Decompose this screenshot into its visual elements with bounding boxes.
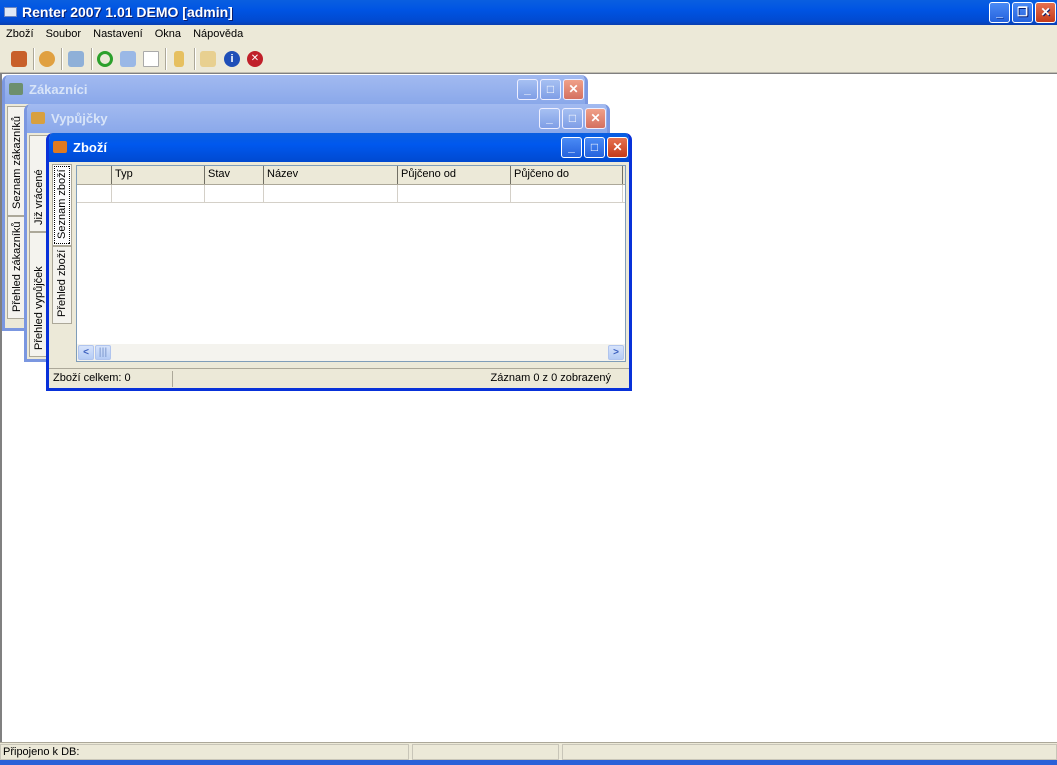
column-header-pujceno-do[interactable]: Půjčeno do <box>511 166 623 184</box>
taskbar <box>0 760 1057 765</box>
close-button[interactable]: ✕ <box>563 79 584 100</box>
menu-bar: Zboží Soubor Nastavení Okna Nápověda <box>0 25 1057 44</box>
new-item-icon[interactable] <box>11 51 27 67</box>
tab-prehled-zbozi[interactable]: Přehled zboží <box>52 246 72 324</box>
column-header-indicator[interactable] <box>77 166 112 184</box>
window-title-bar[interactable]: Vypůjčky _ □ ✕ <box>27 104 607 133</box>
app-title: Renter 2007 1.01 DEMO [admin] <box>22 4 233 20</box>
goods-total: Zboží celkem: 0 <box>53 372 131 384</box>
scroll-left-button[interactable]: < <box>78 345 94 360</box>
grid-header: Typ Stav Název Půjčeno od Půjčeno do <box>77 166 625 185</box>
menu-napoveda[interactable]: Nápověda <box>193 28 243 40</box>
separator <box>165 48 167 70</box>
books-icon[interactable] <box>174 51 184 67</box>
column-header-stav[interactable]: Stav <box>205 166 264 184</box>
table-row[interactable] <box>77 185 625 203</box>
window-zbozi[interactable]: Zboží _ □ ✕ Seznam zboží Přehled zboží T… <box>46 133 632 391</box>
maximize-button[interactable]: □ <box>584 137 605 158</box>
close-button[interactable]: ✕ <box>585 108 606 129</box>
divider <box>172 371 173 387</box>
customers-icon <box>9 83 23 95</box>
separator <box>91 48 93 70</box>
record-info: Záznam 0 z 0 zobrazený <box>490 372 611 384</box>
minimize-button[interactable]: _ <box>561 137 582 158</box>
close-button[interactable]: ✕ <box>607 137 628 158</box>
restore-button[interactable]: ❐ <box>1012 2 1033 23</box>
minimize-button[interactable]: _ <box>539 108 560 129</box>
scroll-thumb[interactable]: ||| <box>95 345 111 360</box>
column-header-pujceno-od[interactable]: Půjčeno od <box>398 166 511 184</box>
status-bar: Připojeno k DB: <box>0 742 1057 760</box>
window-title: Zboží <box>73 140 107 155</box>
horizontal-scrollbar[interactable]: < ||| > <box>77 344 625 361</box>
separator <box>194 48 196 70</box>
goods-grid[interactable]: Typ Stav Název Půjčeno od Půjčeno do < |… <box>76 165 626 362</box>
customers-icon[interactable] <box>68 51 84 67</box>
window-status-bar: Zboží celkem: 0 Záznam 0 z 0 zobrazený <box>49 368 629 388</box>
separator <box>33 48 35 70</box>
maximize-button[interactable]: □ <box>540 79 561 100</box>
tab-seznam-zbozi[interactable]: Seznam zboží <box>52 164 72 246</box>
status-panel-2 <box>412 744 559 760</box>
menu-okna[interactable]: Okna <box>155 28 181 40</box>
refresh-icon[interactable] <box>97 51 113 67</box>
window-title-bar[interactable]: Zboží _ □ ✕ <box>49 133 629 162</box>
edit-icon[interactable] <box>120 51 136 67</box>
column-header-typ[interactable]: Typ <box>112 166 205 184</box>
status-panel-3 <box>562 744 1057 760</box>
user-icon[interactable] <box>39 51 55 67</box>
window-title: Vypůjčky <box>51 111 108 126</box>
goods-icon <box>53 141 67 153</box>
loans-icon <box>31 112 45 124</box>
separator <box>61 48 63 70</box>
maximize-button[interactable]: □ <box>562 108 583 129</box>
blank-icon[interactable] <box>143 51 159 67</box>
app-icon <box>4 7 17 17</box>
column-header-nazev[interactable]: Název <box>264 166 398 184</box>
close-button[interactable]: ✕ <box>1035 2 1056 23</box>
scroll-right-button[interactable]: > <box>608 345 624 360</box>
minimize-button[interactable]: _ <box>989 2 1010 23</box>
app-title-bar[interactable]: Renter 2007 1.01 DEMO [admin] _ ❐ ✕ <box>0 0 1057 25</box>
exit-icon[interactable]: ✕ <box>247 51 263 67</box>
window-title-bar[interactable]: Zákazníci _ □ ✕ <box>5 75 585 104</box>
window-title: Zákazníci <box>29 82 88 97</box>
info-icon[interactable]: i <box>224 51 240 67</box>
minimize-button[interactable]: _ <box>517 79 538 100</box>
menu-nastaveni[interactable]: Nastavení <box>93 28 143 40</box>
toolbar: i ✕ <box>0 44 1057 73</box>
menu-soubor[interactable]: Soubor <box>46 28 81 40</box>
db-status: Připojeno k DB: <box>0 744 409 760</box>
vertical-tabs: Seznam zboží Přehled zboží <box>52 164 73 324</box>
tools-icon[interactable] <box>200 51 216 67</box>
menu-zbozi[interactable]: Zboží <box>6 28 34 40</box>
